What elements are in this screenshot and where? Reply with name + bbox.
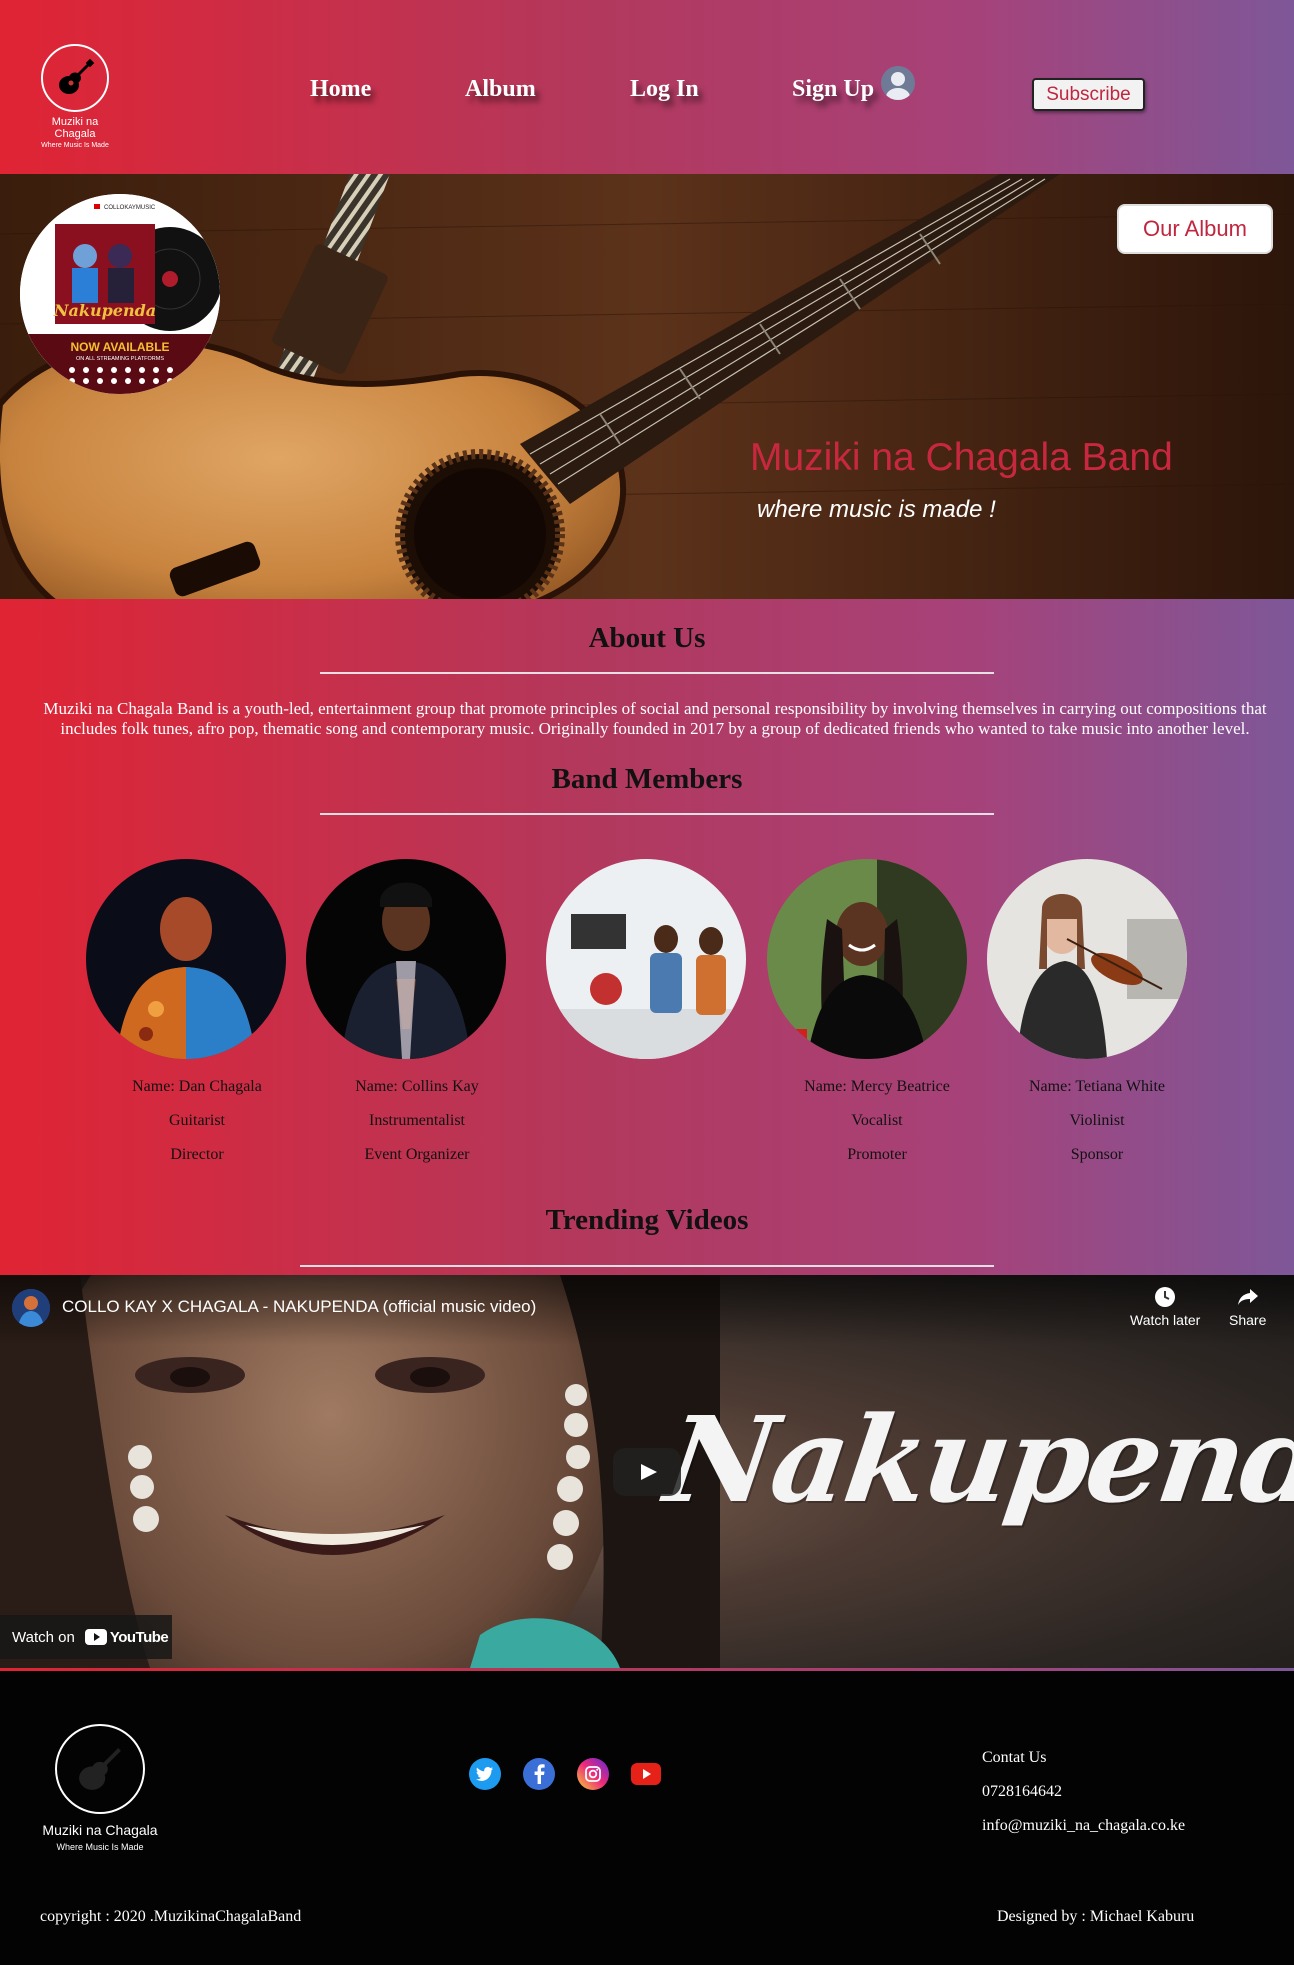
member-name: Name: Collins Kay — [355, 1078, 479, 1095]
brand-name: Muziki na Chagala — [51, 116, 99, 140]
footer-brand-name: Muziki na Chagala — [42, 1822, 158, 1838]
watch-later-label: Watch later — [1130, 1312, 1201, 1328]
hero-banner: COLLOKAYMUSIC Nakupenda NOW AVAILABLE ON… — [0, 174, 1294, 599]
share-icon — [1237, 1289, 1258, 1305]
site-footer: Muziki na Chagala Where Music Is Made Co… — [0, 1671, 1294, 1965]
member-info: Name: Collins Kay Instrumentalist Event … — [287, 1070, 547, 1172]
member-role: Instrumentalist — [369, 1112, 465, 1129]
band-members-title: Band Members — [551, 763, 743, 795]
member-info: Name: Tetiana White Violinist Sponsor — [967, 1070, 1227, 1172]
member-photo[interactable] — [306, 859, 506, 1059]
trending-videos-title: Trending Videos — [545, 1204, 749, 1236]
trending-videos-divider — [300, 1265, 994, 1267]
member-name: Name: Tetiana White — [1028, 1078, 1165, 1095]
video-overlay-title: Nakupenda — [658, 1390, 1294, 1529]
share-label: Share — [1229, 1312, 1267, 1328]
play-icon — [641, 1464, 657, 1480]
twitter-icon[interactable] — [469, 1758, 501, 1790]
clock-icon — [1155, 1287, 1176, 1307]
footer-brand-logo[interactable]: Muziki na Chagala Where Music Is Made — [40, 1724, 160, 1852]
nav-home[interactable]: Home — [310, 76, 371, 103]
main-content: About Us Muziki na Chagala Band is a you… — [0, 599, 1294, 1275]
share-button[interactable]: Share — [1229, 1285, 1266, 1328]
subscribe-button[interactable]: Subscribe — [1032, 78, 1145, 111]
about-title: About Us — [588, 622, 706, 654]
nav-signup[interactable]: Sign Up — [792, 76, 874, 103]
album-cover-image[interactable]: COLLOKAYMUSIC Nakupenda NOW AVAILABLE ON… — [20, 194, 220, 394]
member-card — [987, 859, 1187, 1059]
site-header: Muziki na Chagala Where Music Is Made Ho… — [0, 0, 1294, 174]
member-photo[interactable] — [987, 859, 1187, 1059]
nav-album[interactable]: Album — [465, 76, 536, 103]
album-now-available: NOW AVAILABLE — [70, 340, 169, 354]
youtube-logo-icon — [84, 1629, 107, 1645]
video-title[interactable]: COLLO KAY X CHAGALA - NAKUPENDA (officia… — [62, 1297, 536, 1317]
album-cover-title: Nakupenda — [53, 301, 156, 320]
album-platforms-label: ON ALL STREAMING PLATFORMS — [76, 356, 164, 362]
member-duty: Event Organizer — [364, 1146, 470, 1163]
channel-avatar[interactable] — [12, 1289, 50, 1327]
user-avatar-icon[interactable] — [881, 66, 915, 100]
watch-on-label: Watch on — [12, 1628, 75, 1646]
contact-block: Contat Us 0728164642 info@muziki_na_chag… — [982, 1741, 1185, 1843]
member-card — [546, 859, 746, 1059]
album-channel-label: COLLOKAYMUSIC — [104, 205, 156, 211]
youtube-wordmark: YouTube — [109, 1628, 169, 1646]
footer-brand-tagline: Where Music Is Made — [56, 1842, 144, 1852]
member-card — [306, 859, 506, 1059]
member-card — [86, 859, 286, 1059]
facebook-icon[interactable] — [523, 1758, 555, 1790]
nav-login[interactable]: Log In — [630, 76, 699, 103]
member-photo[interactable] — [86, 859, 286, 1059]
about-divider — [320, 672, 994, 674]
watch-on-youtube-button[interactable]: Watch on YouTube — [0, 1615, 172, 1659]
hero-subtitle: where music is made ! — [757, 496, 996, 523]
our-album-button[interactable]: Our Album — [1117, 204, 1273, 254]
member-role: Violinist — [1069, 1112, 1125, 1129]
guitar-logo-icon — [55, 1724, 145, 1814]
member-duty: Sponsor — [1070, 1146, 1124, 1163]
instagram-icon[interactable] — [577, 1758, 609, 1790]
video-embed[interactable]: COLLO KAY X CHAGALA - NAKUPENDA (officia… — [0, 1275, 1294, 1668]
about-text: Muziki na Chagala Band is a youth-led, e… — [43, 699, 1267, 738]
contact-phone[interactable]: 0728164642 — [982, 1775, 1185, 1809]
hero-title: Muziki na Chagala Band — [750, 436, 1173, 479]
member-photo[interactable] — [546, 859, 746, 1059]
copyright-text: copyright : 2020 .MuzikinaChagalaBand — [40, 1908, 302, 1925]
brand-tagline: Where Music Is Made — [41, 142, 109, 149]
contact-title: Contat Us — [982, 1749, 1047, 1766]
band-members-divider — [320, 813, 994, 815]
member-photo[interactable] — [767, 859, 967, 1059]
designer-credit: Designed by : Michael Kaburu — [997, 1908, 1195, 1925]
member-card — [767, 859, 967, 1059]
contact-email[interactable]: info@muziki_na_chagala.co.ke — [982, 1809, 1185, 1843]
watch-later-button[interactable]: Watch later — [1130, 1285, 1200, 1328]
play-button[interactable] — [613, 1448, 681, 1496]
youtube-icon[interactable] — [630, 1758, 662, 1790]
